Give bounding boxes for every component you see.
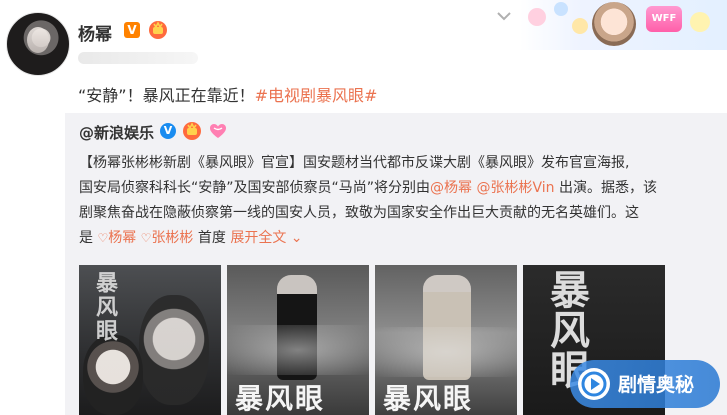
weibo-post: 杨幂 V WFF “安静”！暴风正在靠近！#电视剧暴风眼# @新浪娱乐 V 【杨… — [0, 0, 727, 415]
chevron-down-icon: ⌄ — [290, 230, 303, 246]
repost-author[interactable]: @新浪娱乐 — [79, 122, 154, 143]
chevron-down-icon[interactable] — [493, 5, 515, 27]
watermark-text: 剧情奥秘 — [618, 374, 695, 396]
tag-zhangbinbin[interactable]: 张彬彬 — [151, 230, 193, 246]
post-plain-text: “安静”！暴风正在靠近！ — [78, 86, 255, 105]
post-meta-placeholder — [78, 52, 198, 64]
poster-thumbnail-3[interactable]: 暴风眼 — [375, 265, 517, 415]
poster-title: 暴风眼 — [235, 382, 326, 415]
repost-line-2: 国安局侦察科科长“安静”及国安部侦察员“马尚”将分别由@杨幂 @张彬彬Vin 出… — [79, 176, 719, 201]
decor-balloon — [528, 8, 546, 26]
author-name[interactable]: 杨幂 — [78, 20, 112, 45]
verified-vip-icon: V — [124, 22, 140, 38]
repost-line-1: 【杨幂张彬彬新剧《暴风眼》官宣】国安题材当代都市反谍大剧《暴风眼》发布官宣海报, — [79, 155, 630, 171]
avatar-face — [27, 27, 49, 53]
repost-line-2-tail: 出演。据悉，该 — [558, 180, 657, 196]
verified-blue-icon: V — [160, 123, 176, 139]
decor-balloon — [690, 12, 710, 32]
repost-line-4-prefix: 是 — [79, 230, 93, 246]
poster-thumbnail-1[interactable]: 暴风眼 — [79, 265, 221, 415]
repost-line-3: 剧聚焦奋战在隐蔽侦察第一线的国安人员，致敬为国家安全作出巨大贡献的无名英雄们。这 — [79, 205, 639, 221]
card-decoration: WFF — [520, 0, 727, 50]
poster-title: 暴风眼 — [383, 382, 474, 415]
mention-zhangbinbin[interactable]: @张彬彬Vin — [476, 180, 554, 196]
expand-label: 展开全文 — [230, 230, 287, 246]
repost-line-2-text: 国安局侦察科科长“安静”及国安部侦察员“马尚”将分别由 — [79, 180, 431, 196]
wff-badge: WFF — [646, 6, 682, 32]
decor-balloon — [554, 2, 568, 16]
poster-thumbnail-2[interactable]: 暴风眼 — [227, 265, 369, 415]
expand-full-text-button[interactable]: 展开全文 ⌄ — [230, 230, 302, 246]
heart-link-icon: ♡ — [97, 231, 109, 245]
play-logo-icon — [578, 368, 610, 400]
mention-yangmi[interactable]: @杨幂 — [430, 180, 472, 196]
fan-badge-icon — [149, 21, 167, 39]
decor-balloon — [572, 18, 588, 34]
repost-line-4-mid: 首度 — [197, 230, 226, 246]
repost-line-4: 是 ♡杨幂 ♡张彬彬 首度 展开全文 ⌄ — [79, 226, 719, 251]
tag-yangmi[interactable]: 杨幂 — [108, 230, 136, 246]
heart-badge-icon — [210, 124, 226, 138]
heart-link-icon: ♡ — [140, 231, 152, 245]
site-watermark: 剧情奥秘 — [570, 360, 720, 408]
author-avatar[interactable] — [6, 12, 70, 76]
topic-link[interactable]: #电视剧暴风眼# — [255, 86, 378, 105]
repost-body: 【杨幂张彬彬新剧《暴风眼》官宣】国安题材当代都市反谍大剧《暴风眼》发布官宣海报,… — [79, 151, 719, 251]
poster-title: 暴风眼 — [92, 271, 118, 343]
fan-badge-icon — [183, 122, 201, 140]
post-text: “安静”！暴风正在靠近！#电视剧暴风眼# — [78, 82, 377, 106]
decor-portrait — [592, 2, 636, 46]
